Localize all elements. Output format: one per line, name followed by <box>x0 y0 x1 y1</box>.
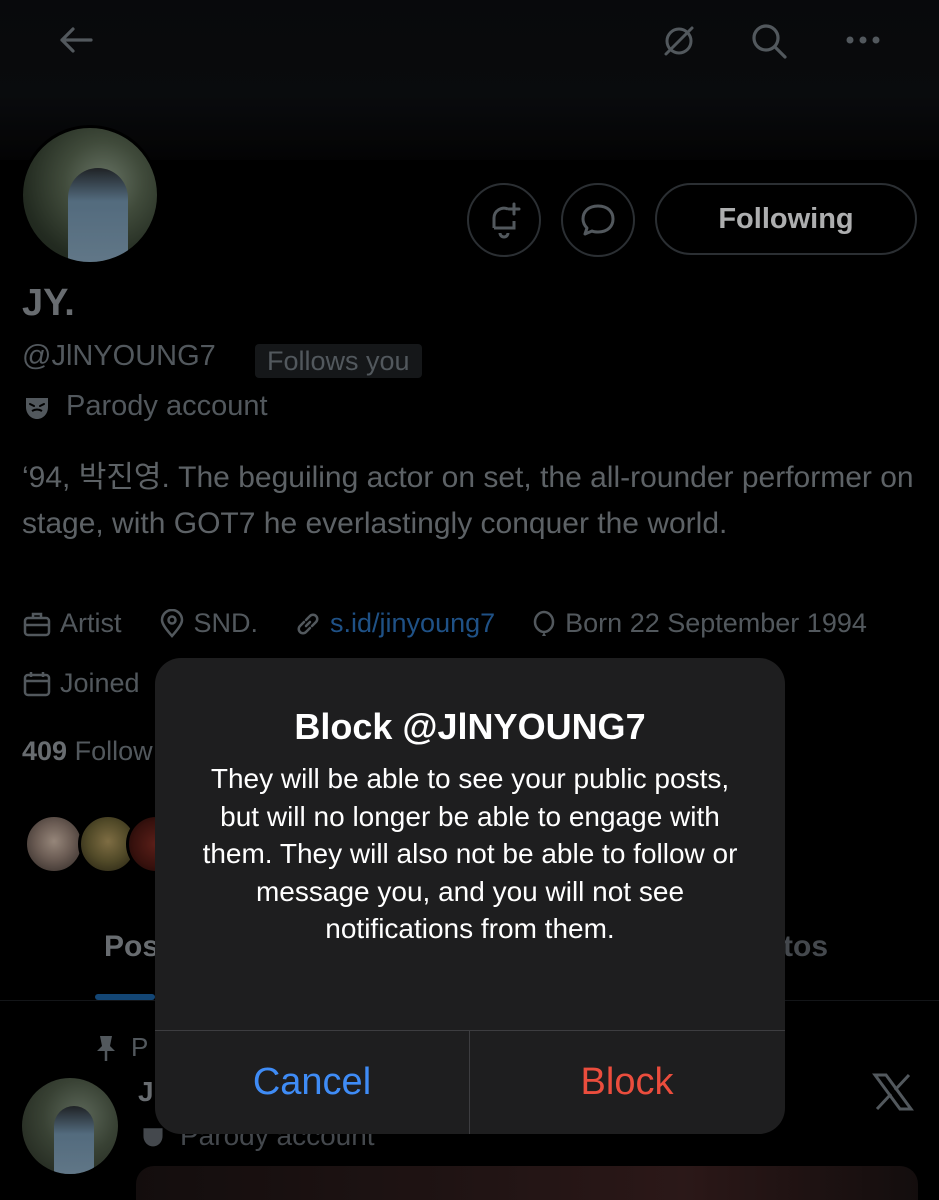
cancel-button[interactable]: Cancel <box>155 1031 469 1134</box>
block-dialog: Block @JlNYOUNG7 They will be able to se… <box>155 658 785 1134</box>
dialog-title: Block @JlNYOUNG7 <box>294 706 646 747</box>
block-button[interactable]: Block <box>470 1031 784 1134</box>
dialog-message: They will be able to see your public pos… <box>202 763 738 944</box>
